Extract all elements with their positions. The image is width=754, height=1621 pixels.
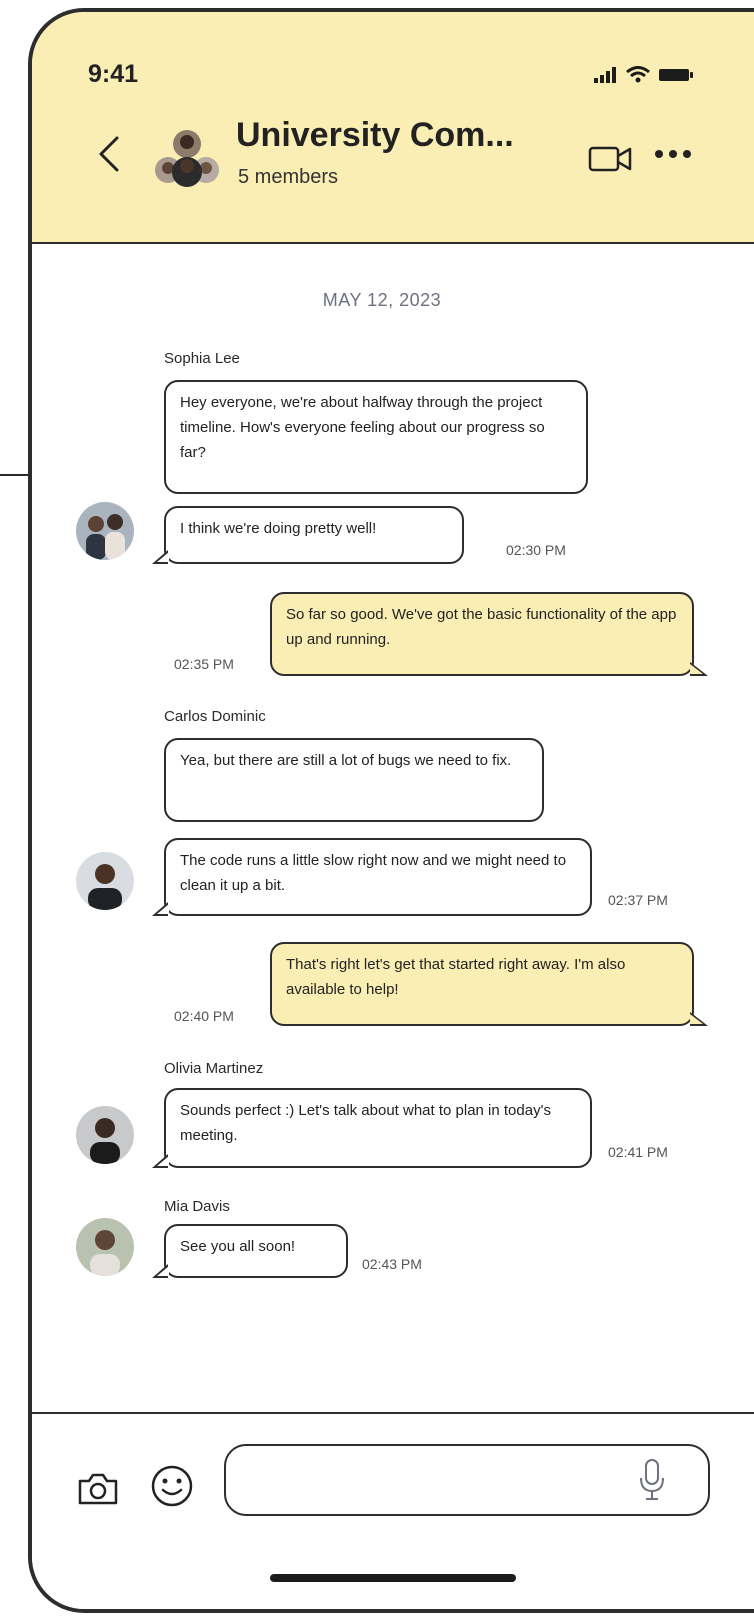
message-bubble[interactable]: I think we're doing pretty well! xyxy=(152,506,464,564)
emoji-icon[interactable] xyxy=(150,1464,194,1508)
message-composer xyxy=(32,1412,754,1609)
microphone-icon[interactable] xyxy=(638,1458,666,1502)
camera-icon[interactable] xyxy=(76,1472,120,1506)
home-indicator xyxy=(270,1574,516,1582)
message-time: 02:30 PM xyxy=(506,542,566,558)
more-icon[interactable] xyxy=(654,148,694,160)
avatar-image xyxy=(76,502,134,560)
video-call-icon[interactable] xyxy=(588,144,634,174)
battery-icon xyxy=(659,68,693,81)
sender-name: Carlos Dominic xyxy=(164,708,266,725)
date-divider: MAY 12, 2023 xyxy=(322,290,442,310)
avatar-image xyxy=(76,852,134,910)
message-time: 02:37 PM xyxy=(608,892,668,908)
message-time: 02:40 PM xyxy=(174,1008,234,1024)
message-time: 02:41 PM xyxy=(608,1144,668,1160)
my-message-bubble[interactable]: That's right let's get that started righ… xyxy=(270,942,708,1026)
avatar-image xyxy=(76,1218,134,1276)
chat-title[interactable]: University Com... xyxy=(236,116,514,155)
status-icons xyxy=(594,66,694,83)
message-time: 02:35 PM xyxy=(174,656,234,672)
message-bubble[interactable]: See you all soon! xyxy=(152,1224,348,1278)
sender-name: Sophia Lee xyxy=(164,350,240,367)
chat-header: 9:41 University Com... 5 members xyxy=(32,12,754,244)
back-icon[interactable] xyxy=(96,134,122,174)
message-bubble[interactable]: Hey everyone, we're about halfway throug… xyxy=(164,380,588,494)
message-bubble[interactable]: Yea, but there are still a lot of bugs w… xyxy=(164,738,544,822)
signal-icon xyxy=(594,66,616,83)
member-count: 5 members xyxy=(238,166,339,188)
avatar-image xyxy=(76,1106,134,1164)
status-time: 9:41 xyxy=(88,60,139,88)
message-time: 02:43 PM xyxy=(362,1256,422,1272)
avatar-carlos-dominic[interactable] xyxy=(76,852,134,910)
avatar-mia-davis[interactable] xyxy=(76,1218,134,1276)
message-bubble[interactable]: Sounds perfect :) Let's talk about what … xyxy=(152,1088,592,1168)
message-bubble[interactable]: The code runs a little slow right now an… xyxy=(152,838,592,916)
avatar-olivia-martinez[interactable] xyxy=(76,1106,134,1164)
wifi-icon xyxy=(626,66,650,83)
group-avatar[interactable] xyxy=(154,126,220,192)
avatar-sophia-lee[interactable] xyxy=(76,502,134,560)
my-message-bubble[interactable]: So far so good. We've got the basic func… xyxy=(270,592,708,676)
sender-name: Olivia Martinez xyxy=(164,1060,264,1077)
sender-name: Mia Davis xyxy=(164,1198,230,1215)
phone-frame: 9:41 University Com... 5 members MAY 12,… xyxy=(28,8,754,1613)
